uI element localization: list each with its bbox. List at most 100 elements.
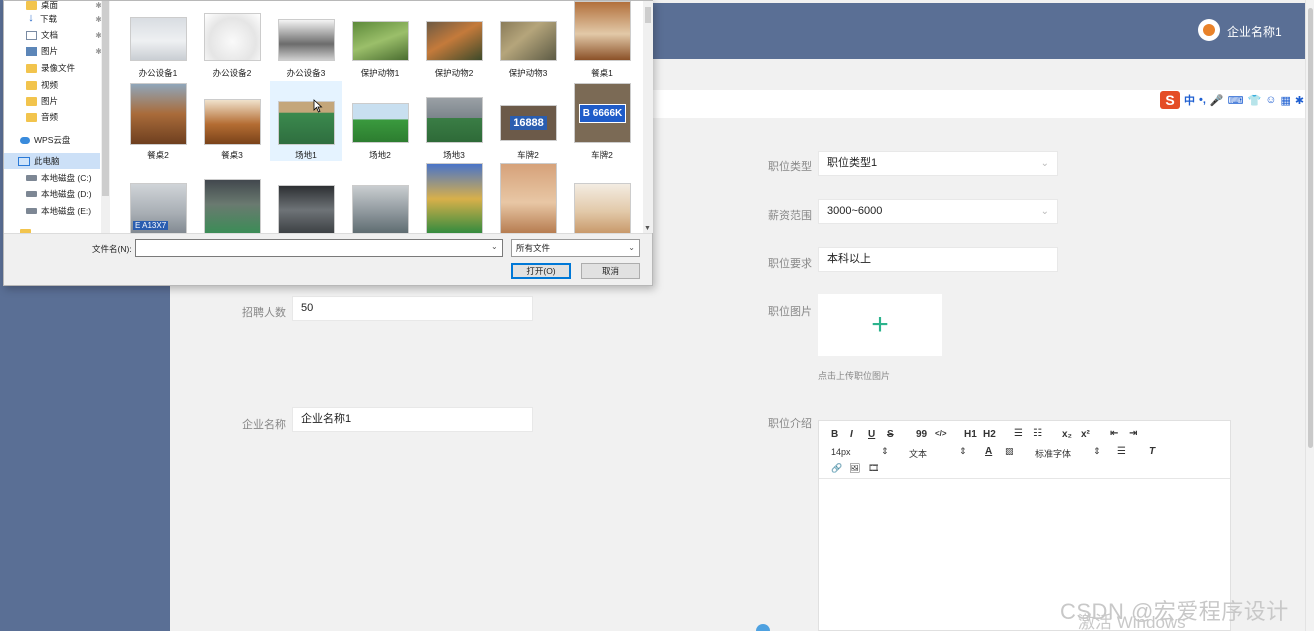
file-item[interactable]: 办公设备1 [122, 5, 194, 83]
background-color-icon[interactable]: ▨ [1005, 446, 1014, 457]
file-item[interactable] [196, 161, 268, 233]
company-logo[interactable] [1198, 19, 1220, 41]
nav-item-disk-d[interactable]: 本地磁盘 (D:) [4, 186, 110, 202]
nav-item-label: 本地磁盘 (C:) [41, 173, 92, 183]
position-type-select[interactable]: 职位类型1 ⌄ [818, 151, 1058, 176]
nav-item-videos[interactable]: 视频 [4, 77, 110, 93]
file-item[interactable]: 办公设备2 [196, 5, 268, 83]
ime-settings-icon[interactable]: ✱ [1295, 94, 1304, 107]
indent-icon[interactable]: ⇥ [1129, 428, 1137, 439]
file-type-select[interactable]: 所有文件 ⌄ [511, 239, 640, 257]
file-name: 餐桌2 [147, 150, 169, 160]
font-color-icon[interactable]: A [985, 446, 992, 457]
license-plate: 16888 [510, 116, 547, 130]
nav-item-disk-c[interactable]: 本地磁盘 (C:) [4, 170, 110, 186]
file-grid-scrollbar-thumb[interactable] [645, 7, 651, 23]
text-style-select[interactable]: 文本 [909, 447, 927, 460]
clear-format-icon[interactable]: T [1149, 446, 1155, 457]
position-type-value: 职位类型1 [827, 157, 878, 169]
ime-punctuation-icon[interactable]: •, [1199, 94, 1206, 106]
nav-scrollbar[interactable] [101, 1, 110, 233]
ime-chinese-mode[interactable]: 中 [1184, 92, 1195, 108]
nav-item-pictures[interactable]: 图片 ✱ [4, 43, 110, 59]
file-item[interactable]: 办公设备3 [270, 5, 342, 83]
file-item[interactable]: B 6666K 车牌2 [566, 81, 638, 160]
nav-item-downloads[interactable]: ↓ 下载 ✱ [4, 11, 110, 27]
image-icon[interactable]: 🖼 [849, 463, 860, 474]
file-item-hovered[interactable]: 场地1 [270, 81, 342, 161]
scroll-down-arrow-icon[interactable]: ▼ [644, 225, 651, 232]
file-item[interactable] [492, 161, 564, 233]
nav-item-this-pc[interactable]: 此电脑 [4, 153, 100, 169]
nav-item-label: 音频 [41, 112, 59, 122]
ordered-list-icon[interactable]: ☰ [1014, 428, 1023, 439]
file-item[interactable]: 场地2 [344, 81, 416, 160]
superscript-icon[interactable]: x² [1081, 429, 1090, 440]
ime-keyboard-icon[interactable]: ⌨ [1228, 94, 1244, 107]
file-item[interactable]: 保护动物1 [344, 5, 416, 83]
salary-range-select[interactable]: 3000~6000 ⌄ [818, 199, 1058, 224]
bold-icon[interactable]: B [831, 429, 838, 440]
heading2-icon[interactable]: H2 [983, 429, 996, 440]
header-company-name[interactable]: 企业名称1 [1227, 23, 1282, 40]
font-family-select[interactable]: 标准字体 [1035, 447, 1071, 460]
logo-mark [1203, 24, 1215, 36]
file-item[interactable]: E A13X7 [122, 161, 194, 233]
bullet-list-icon[interactable]: ☷ [1033, 428, 1042, 439]
file-item[interactable] [418, 161, 490, 233]
filename-input[interactable] [135, 239, 503, 257]
file-item[interactable]: 餐桌1 [566, 1, 638, 83]
requirement-input[interactable]: 本科以上 [818, 247, 1058, 272]
cancel-button[interactable]: 取消 [581, 263, 640, 279]
nav-item-images[interactable]: 图片 [4, 93, 110, 109]
strikethrough-icon[interactable]: S [887, 429, 894, 440]
file-thumbnail [500, 21, 557, 61]
file-item[interactable] [344, 161, 416, 233]
nav-item-disk-e[interactable]: 本地磁盘 (E:) [4, 203, 110, 219]
blockquote-icon[interactable]: 99 [916, 429, 927, 440]
align-icon[interactable]: ☰ [1117, 446, 1126, 457]
underline-icon[interactable]: U [868, 429, 875, 440]
nav-item-documents[interactable]: 文档 ✱ [4, 27, 110, 43]
subscript-icon[interactable]: x₂ [1062, 429, 1072, 440]
chevron-down-icon[interactable]: ⌄ [491, 242, 498, 251]
pc-icon [18, 156, 30, 166]
file-item[interactable] [566, 161, 638, 233]
file-item[interactable]: 餐桌3 [196, 81, 268, 160]
file-thumbnail [278, 101, 335, 145]
nav-scrollbar-thumb[interactable] [102, 1, 109, 196]
ime-emoji-icon[interactable]: ☺ [1265, 94, 1276, 106]
company-name-input[interactable]: 企业名称1 [292, 407, 533, 432]
page-scrollbar[interactable] [1305, 0, 1314, 631]
nav-item-recordings[interactable]: 录像文件 [4, 60, 110, 76]
code-block-icon[interactable]: </> [935, 429, 947, 438]
file-item[interactable]: 场地3 [418, 81, 490, 160]
italic-icon[interactable]: I [850, 429, 853, 440]
file-item[interactable]: 保护动物3 [492, 5, 564, 83]
file-grid-scrollbar[interactable]: ▼ [643, 1, 653, 233]
video-icon[interactable]: 🎞 [868, 463, 879, 474]
sogou-ime-icon[interactable]: S [1160, 91, 1180, 109]
file-item[interactable]: 餐桌2 [122, 81, 194, 160]
page-scrollbar-thumb[interactable] [1308, 8, 1313, 448]
file-item[interactable]: 保护动物2 [418, 5, 490, 83]
file-item[interactable] [270, 161, 342, 233]
image-upload-box[interactable]: + [818, 294, 942, 356]
headcount-input[interactable]: 50 [292, 296, 533, 321]
file-name: 办公设备2 [212, 68, 252, 78]
nav-item-partial[interactable] [4, 225, 110, 233]
ime-skin-icon[interactable]: 👕 [1248, 94, 1262, 107]
outdent-icon[interactable]: ⇤ [1110, 428, 1118, 439]
nav-item-wps-cloud[interactable]: WPS云盘 [4, 132, 110, 148]
floating-dot[interactable] [756, 624, 770, 631]
open-button[interactable]: 打开(O) [511, 263, 571, 279]
link-icon[interactable]: 🔗 [831, 463, 842, 474]
font-size-select[interactable]: 14px [831, 447, 851, 457]
ime-grid-icon[interactable]: ▦ [1280, 94, 1290, 107]
file-thumbnail [130, 83, 187, 145]
ime-microphone-icon[interactable]: 🎤 [1210, 94, 1224, 107]
heading1-icon[interactable]: H1 [964, 429, 977, 440]
desktop-folder-icon [26, 1, 37, 10]
file-item[interactable]: 16888 车牌2 [492, 81, 564, 160]
nav-item-audio[interactable]: 音频 [4, 109, 110, 125]
